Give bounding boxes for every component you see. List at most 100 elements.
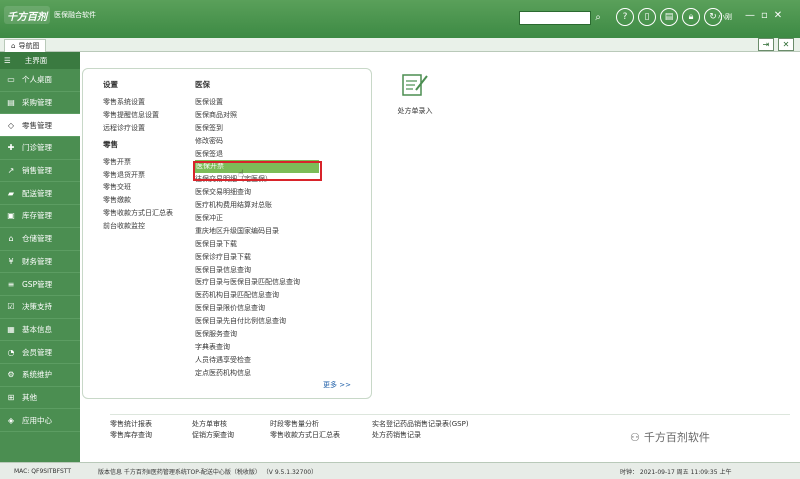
clinic-icon: ✚ (7, 143, 15, 153)
status-bar: MAC: QF9SITBFSTT 版本信息 千方百剂Ⅱ医药管理系统TOP-配送中… (0, 462, 800, 479)
prescription-entry-shortcut[interactable]: 处方单录入 (380, 72, 450, 116)
phone-icon[interactable]: ▯ (638, 8, 656, 26)
menu-link[interactable]: 零售退货开票 (103, 169, 173, 182)
sidebar-item[interactable]: ▣ 库存管理 (0, 205, 80, 228)
menu-link[interactable]: 字典表查询 (195, 341, 319, 354)
menu-link[interactable]: 重庆地区升级国家编码目录 (195, 225, 319, 238)
menu-link[interactable]: 医保诊疗目录下载 (195, 251, 319, 264)
menu-link[interactable]: 医保交易明细查询 (195, 186, 319, 199)
menu-link[interactable]: 医保设置 (195, 96, 319, 109)
sidebar-item-label: 库存管理 (22, 211, 52, 221)
sidebar-item[interactable]: ▭ 个人桌面 (0, 69, 80, 92)
quick-link[interactable]: 零售库存查询 (110, 430, 152, 441)
search-icon[interactable]: ⌕ (591, 11, 605, 25)
sidebar-item[interactable]: ▤ 采购管理 (0, 92, 80, 115)
prescription-doc-icon (400, 72, 430, 98)
quick-col-3: 时段零售量分析 零售收款方式日汇总表 (270, 419, 340, 441)
medical-title: 医保 (195, 80, 210, 89)
pointer-icon: ☝ (238, 169, 245, 180)
main-area: 设置 零售系统设置 零售提醒信息设置 远程诊疗设置 零售 零售开票 零售退货开票 零售交… (80, 52, 800, 462)
close-icon[interactable]: ✕ (774, 10, 782, 21)
menu-link[interactable]: 医保签退 (195, 148, 319, 161)
quick-link[interactable]: 零售收款方式日汇总表 (270, 430, 340, 441)
menu-link[interactable]: 零售收款方式日汇总表 (103, 207, 173, 220)
sidebar-item[interactable]: ⚙ 系统维护 (0, 364, 80, 387)
sidebar-item-label: 仓储管理 (22, 234, 52, 244)
sidebar-item[interactable]: ◇ 零售管理 (0, 114, 80, 138)
sidebar-item[interactable]: ¥ 财务管理 (0, 251, 80, 274)
quick-link[interactable]: 处方药销售记录 (372, 430, 469, 441)
menu-link[interactable]: 医疗机构费用结算对总账 (195, 199, 319, 212)
menu-link[interactable]: 零售交班 (103, 181, 173, 194)
sidebar-item-label: GSP管理 (22, 279, 53, 289)
menu-link[interactable]: 零售提醒信息设置 (103, 109, 173, 122)
menu-link[interactable]: 前台收款监控 (103, 220, 173, 233)
sidebar-item[interactable]: ▰ 配送管理 (0, 182, 80, 206)
menu-link[interactable]: 医保服务查询 (195, 328, 319, 341)
menu-link[interactable]: 零售系统设置 (103, 96, 173, 109)
quick-link[interactable]: 时段零售量分析 (270, 419, 340, 430)
user-name[interactable]: 小刚 (718, 12, 732, 22)
menu-link[interactable]: 零售开票 (103, 156, 173, 169)
search-input[interactable] (519, 11, 591, 25)
sidebar-item[interactable]: ◔ 会员管理 (0, 341, 80, 364)
minimize-icon[interactable]: — (745, 10, 755, 21)
settings-title: 设置 (103, 80, 118, 89)
exit-tab-icon[interactable]: ⇥ (758, 38, 774, 51)
quick-col-4: 实名登记药品销售记录表(GSP) 处方药销售记录 (372, 419, 469, 441)
app-logo: 千方百剂 医保融合软件 (4, 6, 96, 24)
quick-col-1: 零售统计报表 零售库存查询 (110, 419, 152, 441)
sidebar-item[interactable]: ↗ 销售管理 (0, 160, 80, 183)
sidebar-item-label: 基本信息 (22, 324, 52, 334)
cube-icon: ◈ (7, 415, 15, 425)
menu-link[interactable]: 人员待遇享受检查 (195, 354, 319, 367)
help-icon[interactable]: ? (616, 8, 634, 26)
menu-link[interactable]: 零售缴款 (103, 194, 173, 207)
maximize-icon[interactable]: ▫ (761, 10, 768, 21)
menu-link[interactable]: 医保目录先自付比例信息查询 (195, 315, 319, 328)
sidebar-item[interactable]: ▦ 基本信息 (0, 319, 80, 342)
yuan-icon: ¥ (8, 256, 14, 266)
sidebar-item[interactable]: ⌂ 仓储管理 (0, 228, 80, 251)
quick-link[interactable]: 促销方案查询 (192, 430, 234, 441)
print-icon[interactable]: ▤ (660, 8, 678, 26)
wechat-icon: ⚇ (630, 430, 640, 444)
sidebar-item-label: 零售管理 (22, 120, 52, 130)
quick-col-2: 处方单审核 促销方案查询 (192, 419, 234, 441)
chart-icon: ↗ (7, 166, 15, 176)
menu-link[interactable]: 医保目录信息查询 (195, 264, 319, 277)
menu-link[interactable]: 医保目录限价信息查询 (195, 302, 319, 315)
menu-icon[interactable]: ☰ (4, 56, 11, 65)
menu-link[interactable]: 医药机构目录匹配信息查询 (195, 289, 319, 302)
menu-link[interactable]: 医保签到 (195, 122, 319, 135)
menu-link[interactable]: 医保目录下载 (195, 238, 319, 251)
settings-column: 设置 零售系统设置 零售提醒信息设置 远程诊疗设置 零售 零售开票 零售退货开票 零售交… (103, 79, 173, 233)
quick-link[interactable]: 零售统计报表 (110, 419, 152, 430)
logo-mark: 千方百剂 (4, 6, 50, 24)
close-tab-icon[interactable]: ✕ (778, 38, 794, 51)
menu-link[interactable]: 医疗目录与医保目录匹配信息查询 (195, 276, 319, 289)
menu-link[interactable]: 医保商品对照 (195, 109, 319, 122)
sidebar-item[interactable]: ◈ 应用中心 (0, 409, 80, 432)
tab-strip: ⌂ 导航图 ⇥ ✕ (0, 38, 800, 52)
menu-link[interactable]: 定点医药机构信息 (195, 367, 319, 380)
sidebar-item[interactable]: ☑ 决策支持 (0, 296, 80, 319)
quick-link[interactable]: 实名登记药品销售记录表(GSP) (372, 419, 469, 430)
sidebar-header[interactable]: ☰ 主界面 (0, 52, 80, 69)
box-icon: ▣ (7, 211, 15, 221)
tab-label: 导航图 (18, 42, 40, 50)
sidebar-item[interactable]: ✚ 门诊管理 (0, 137, 80, 160)
watermark: ⚇ 千方百剂软件 (630, 429, 710, 445)
quick-link[interactable]: 处方单审核 (192, 419, 234, 430)
menu-link[interactable]: 修改密码 (195, 135, 319, 148)
more-link[interactable]: 更多 >> (323, 380, 351, 390)
menu-link[interactable]: 医保冲正 (195, 212, 319, 225)
lock-icon[interactable]: 🔒︎ (682, 8, 700, 26)
sidebar-item[interactable]: ≡ GSP管理 (0, 273, 80, 296)
watermark-text: 千方百剂软件 (643, 431, 710, 444)
title-bar: 千方百剂 医保融合软件 ⌕ ? ▯ ▤ 🔒︎ ↻ 小刚 — ▫ ✕ (0, 0, 800, 38)
tab-navigation[interactable]: ⌂ 导航图 (4, 39, 47, 52)
sidebar-item-label: 其他 (22, 392, 37, 402)
menu-link[interactable]: 远程诊疗设置 (103, 122, 173, 135)
sidebar-item[interactable]: ⊞ 其他 (0, 387, 80, 410)
